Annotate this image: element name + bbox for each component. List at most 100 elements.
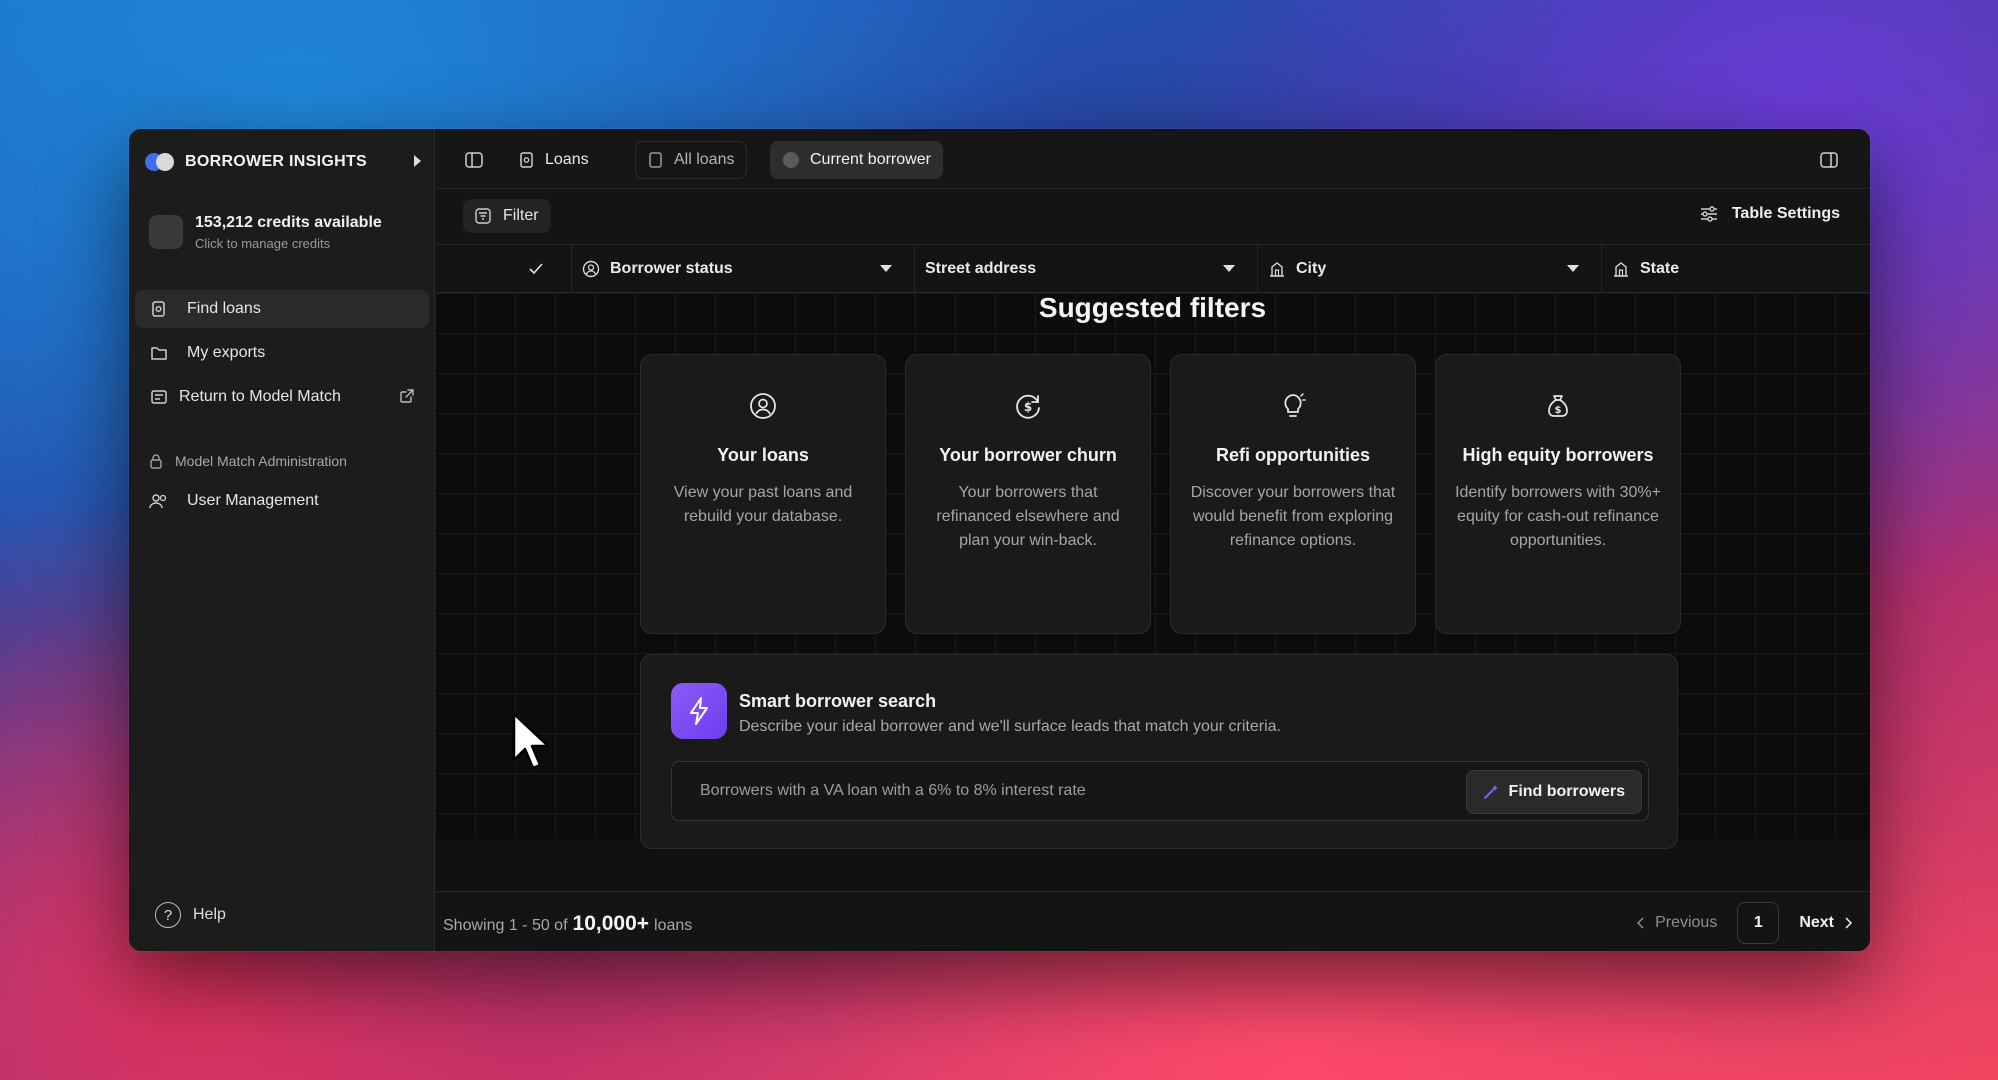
building-icon	[1268, 260, 1286, 278]
suggested-filters-title: Suggested filters	[1038, 292, 1267, 323]
building-icon	[1612, 260, 1630, 278]
smart-search-panel: Smart borrower search Describe your idea…	[640, 654, 1678, 849]
results-total: 10,000+	[572, 912, 650, 935]
help-label: Help	[193, 906, 226, 923]
help-button[interactable]: ? Help	[155, 902, 226, 928]
card-description: Your borrowers that refinanced elsewhere…	[936, 484, 1120, 549]
credits-manage-link[interactable]: Click to manage credits	[195, 236, 382, 251]
results-suffix: loans	[654, 917, 693, 934]
sidebar-item-my-exports[interactable]: My exports	[135, 334, 429, 372]
table-settings-label: Table Settings	[1731, 205, 1840, 222]
tab-current-borrower[interactable]: Current borrower	[770, 141, 943, 179]
sidebar-item-label: Find loans	[187, 300, 261, 317]
tab-label: Loans	[545, 151, 589, 168]
filter-icon	[475, 208, 491, 224]
suggested-card-high-equity[interactable]: $ High equity borrowers Identify borrowe…	[1435, 354, 1681, 634]
check-icon	[528, 262, 544, 276]
sidebar-item-return-model-match[interactable]: Return to Model Match	[135, 378, 429, 416]
svg-text:$: $	[1024, 400, 1032, 414]
previous-label: Previous	[1655, 914, 1718, 931]
suggested-card-refi-opportunities[interactable]: Refi opportunities Discover your borrowe…	[1170, 354, 1416, 634]
select-all-checkbox[interactable]	[501, 245, 571, 293]
smart-search-subtitle: Describe your ideal borrower and we'll s…	[739, 718, 1281, 735]
dropdown-caret-icon[interactable]	[1223, 265, 1235, 272]
credits-widget[interactable]: 153,212 credits available Click to manag…	[149, 207, 419, 257]
card-title: Your loans	[717, 445, 809, 465]
smart-search-title: Smart borrower search	[739, 691, 937, 711]
find-borrowers-button[interactable]: Find borrowers	[1465, 770, 1642, 814]
column-label: Street address	[925, 260, 1037, 277]
external-link-icon	[399, 388, 415, 409]
card-title: Refi opportunities	[1216, 445, 1370, 465]
next-page-button[interactable]: Next	[1799, 914, 1852, 932]
panel-toggle-icon[interactable]	[1812, 141, 1846, 179]
filter-label: Filter	[503, 207, 539, 224]
user-circle-icon	[748, 391, 778, 421]
admin-section-text: Model Match Administration	[175, 453, 347, 469]
money-bag-icon: $	[1543, 391, 1573, 421]
column-label: Borrower status	[610, 260, 733, 277]
sparkle-icon	[1483, 784, 1499, 800]
results-summary: Showing 1 - 50 of 10,000+ loans	[443, 912, 692, 936]
column-label: State	[1640, 260, 1680, 277]
document-icon	[648, 151, 664, 169]
model-match-icon	[149, 387, 169, 407]
card-description: Identify borrowers with 30%+ equity for …	[1455, 484, 1661, 549]
pagination-footer: Showing 1 - 50 of 10,000+ loans Previous…	[435, 891, 1870, 951]
column-state[interactable]: State	[1601, 245, 1870, 293]
smart-search-input[interactable]: Borrowers with a VA loan with a 6% to 8%…	[671, 761, 1649, 821]
sidebar-item-label: My exports	[187, 344, 266, 361]
previous-page-button[interactable]: Previous	[1637, 914, 1717, 932]
chevron-left-icon	[1637, 917, 1645, 929]
column-label: City	[1296, 260, 1327, 277]
column-city[interactable]: City	[1257, 245, 1601, 293]
column-street-address[interactable]: Street address	[914, 245, 1257, 293]
loans-icon	[519, 151, 535, 169]
brand-header[interactable]: BORROWER INSIGHTS	[145, 149, 425, 175]
pager: Previous 1 Next	[1637, 902, 1852, 944]
next-label: Next	[1799, 914, 1834, 931]
svg-text:$: $	[1555, 405, 1562, 416]
column-borrower-status[interactable]: Borrower status	[571, 245, 914, 293]
tab-label: All loans	[674, 151, 735, 168]
credits-avatar	[149, 215, 183, 249]
suggested-card-your-loans[interactable]: Your loans View your past loans and rebu…	[640, 354, 886, 634]
filter-button[interactable]: Filter	[463, 199, 551, 233]
dropdown-caret-icon[interactable]	[1567, 265, 1579, 272]
user-circle-icon	[582, 260, 600, 278]
lightning-icon	[671, 683, 727, 739]
lock-icon	[149, 453, 163, 469]
admin-section-label: Model Match Administration	[149, 453, 347, 469]
sidebar-item-user-management[interactable]: User Management	[135, 482, 429, 520]
folder-icon	[149, 343, 169, 363]
filter-bar: Filter Table Settings	[435, 189, 1870, 245]
sidebar-item-find-loans[interactable]: Find loans	[135, 290, 429, 328]
caret-right-icon[interactable]	[414, 155, 421, 167]
card-description: Discover your borrowers that would benef…	[1190, 484, 1396, 549]
lightbulb-icon	[1278, 391, 1308, 421]
sidebar: BORROWER INSIGHTS 153,212 credits availa…	[129, 129, 435, 951]
showing-prefix: Showing 1 - 50 of	[443, 917, 568, 934]
dropdown-caret-icon[interactable]	[880, 265, 892, 272]
brand-logo	[145, 153, 175, 171]
users-icon	[149, 491, 169, 511]
help-icon: ?	[155, 902, 181, 928]
sidebar-toggle-icon[interactable]	[457, 141, 491, 179]
top-tab-bar: Loans All loans Current borrower	[435, 129, 1870, 189]
tab-all-loans[interactable]: All loans	[635, 141, 748, 179]
circle-icon	[782, 151, 800, 169]
tab-label: Current borrower	[810, 151, 931, 168]
dollar-refresh-icon: $	[1013, 391, 1043, 421]
sliders-icon	[1700, 206, 1718, 222]
tab-loans[interactable]: Loans	[507, 141, 601, 179]
sidebar-item-label: Return to Model Match	[179, 388, 341, 405]
table-column-header: Borrower status Street address City Stat…	[435, 245, 1870, 293]
suggested-card-borrower-churn[interactable]: $ Your borrower churn Your borrowers tha…	[905, 354, 1151, 634]
app-window: BORROWER INSIGHTS 153,212 credits availa…	[129, 129, 1870, 951]
card-title: High equity borrowers	[1462, 445, 1654, 465]
loans-icon	[149, 299, 169, 319]
page-number-button[interactable]: 1	[1737, 902, 1780, 944]
card-description: View your past loans and rebuild your da…	[673, 484, 853, 525]
table-settings-button[interactable]: Table Settings	[1700, 205, 1840, 223]
card-title: Your borrower churn	[939, 445, 1117, 465]
